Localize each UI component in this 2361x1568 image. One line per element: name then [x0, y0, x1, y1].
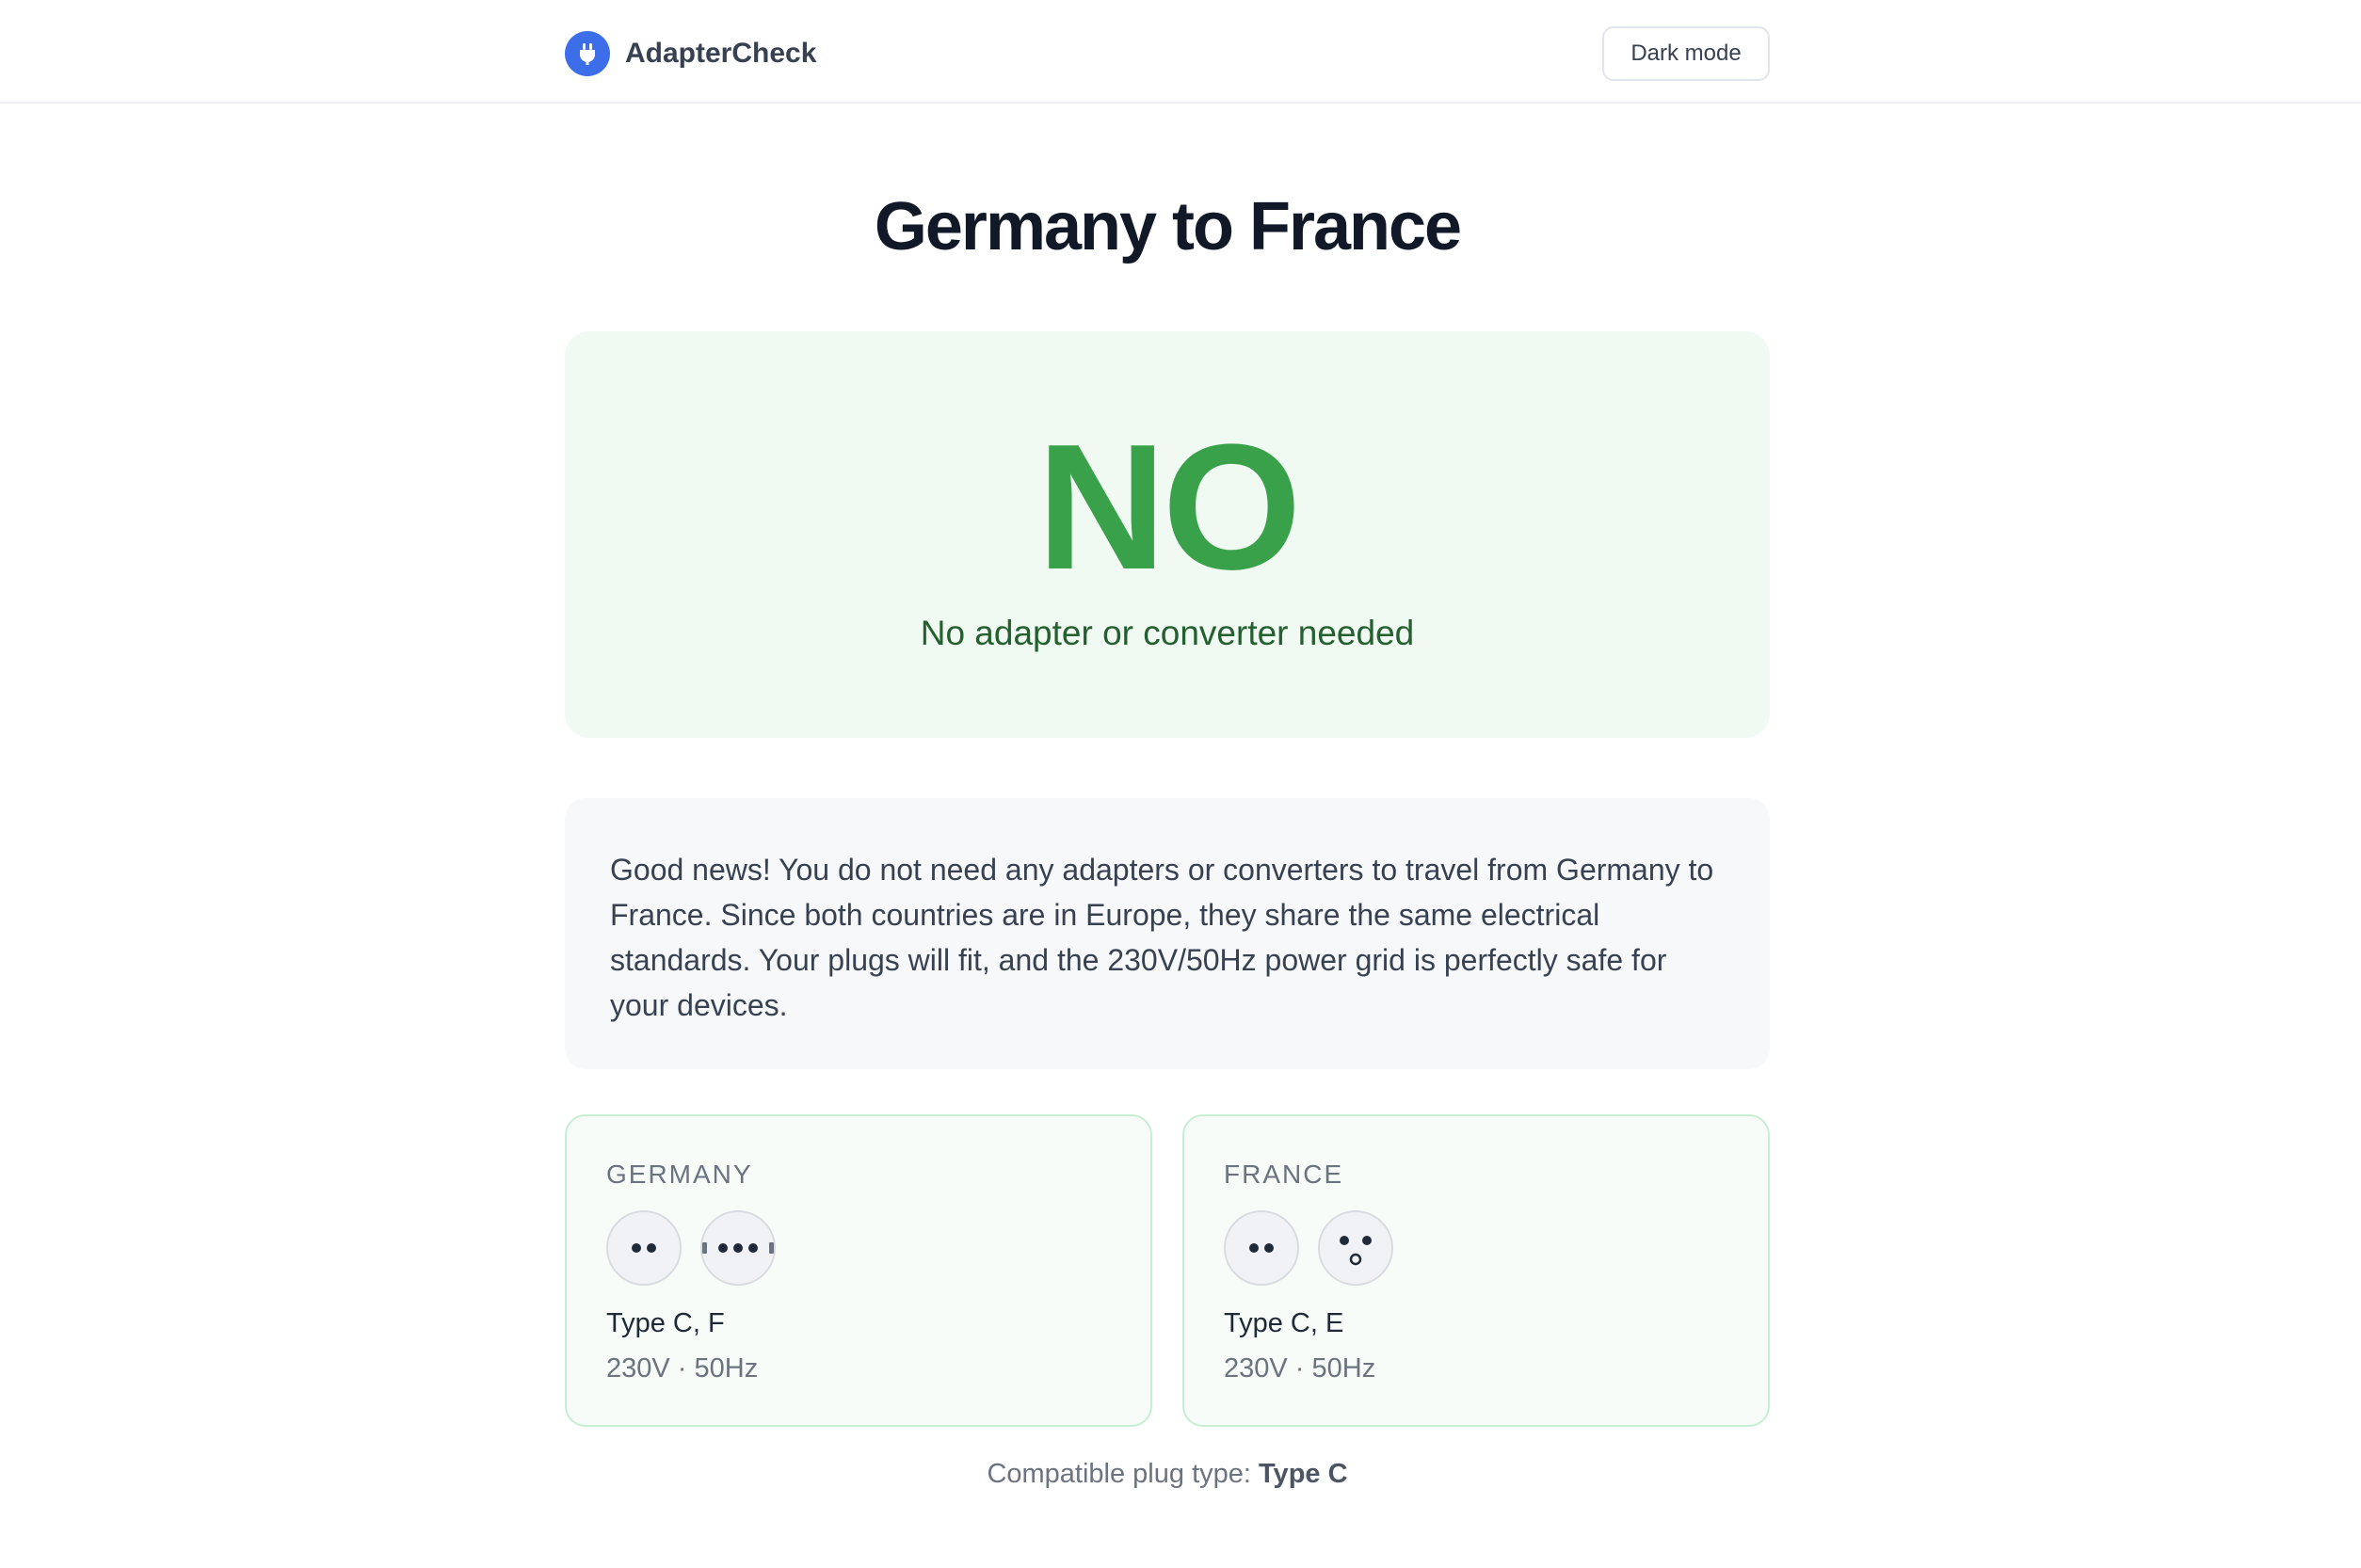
country-name: FRANCE [1224, 1160, 1344, 1189]
type-c-plug-icon [1224, 1210, 1299, 1286]
brand-name: AdapterCheck [625, 38, 817, 69]
type-f-plug-icon [700, 1210, 776, 1286]
country-name: GERMANY [606, 1160, 753, 1189]
country-card-france: FRANCE Type C, E 230V · 50Hz [1182, 1114, 1770, 1427]
compatible-value: Type C [1259, 1459, 1348, 1489]
type-e-plug-icon [1318, 1210, 1393, 1286]
verdict-subtitle: No adapter or converter needed [920, 614, 1415, 652]
verdict-card: NO No adapter or converter needed [565, 331, 1770, 738]
info-text: Good news! You do not need any adapters … [610, 853, 1714, 1022]
verdict-answer: NO [1036, 408, 1302, 607]
type-c-plug-icon [606, 1210, 682, 1286]
plug-icons [1224, 1210, 1412, 1286]
plug-types: Type C, F [606, 1308, 725, 1338]
page-title: Germany to France [874, 189, 1462, 264]
compatible-plug-note: Compatible plug type: Type C [565, 1459, 1770, 1490]
dark-mode-button[interactable]: Dark mode [1602, 26, 1770, 81]
plug-icons [606, 1210, 795, 1286]
plug-icon [565, 31, 610, 76]
info-panel: Good news! You do not need any adapters … [565, 798, 1770, 1069]
brand-logo[interactable]: AdapterCheck [565, 30, 816, 77]
plug-types: Type C, E [1224, 1308, 1344, 1338]
voltage-frequency: 230V · 50Hz [606, 1353, 759, 1384]
compatible-label: Compatible plug type: [987, 1459, 1251, 1489]
voltage-frequency: 230V · 50Hz [1224, 1353, 1376, 1384]
top-bar: AdapterCheck Dark mode [0, 0, 2361, 104]
country-card-germany: GERMANY Type C, F 230V · 50Hz [565, 1114, 1152, 1427]
